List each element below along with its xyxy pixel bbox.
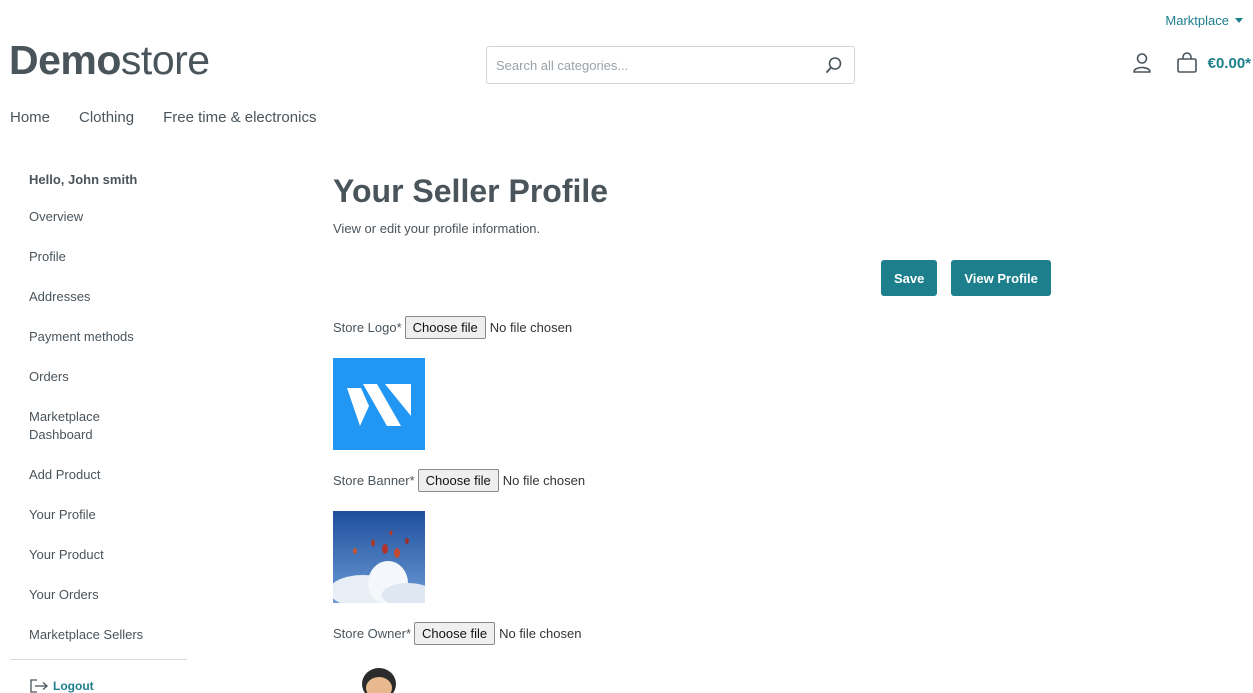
store-owner-label: Store Owner* xyxy=(333,626,412,641)
seller-profile-content: Your Seller Profile View or edit your pr… xyxy=(333,172,1053,693)
sidebar-item-payment-methods[interactable]: Payment methods xyxy=(10,328,187,346)
save-button[interactable]: Save xyxy=(881,260,938,296)
store-banner-choose-file-button[interactable]: Choose file xyxy=(417,469,499,492)
sidebar-item-your-product[interactable]: Your Product xyxy=(10,546,187,564)
cart-button[interactable]: €0.00* xyxy=(1176,52,1251,74)
store-logo-image xyxy=(347,384,411,426)
main-navigation: Home Clothing Free time & electronics xyxy=(10,109,316,126)
sidebar-item-your-orders[interactable]: Your Orders xyxy=(10,586,187,604)
store-logo-choose-file-button[interactable]: Choose file xyxy=(404,316,486,339)
sidebar-item-marketplace-dashboard[interactable]: Marketplace Dashboard xyxy=(10,408,120,444)
store-logo-label: Store Logo* xyxy=(333,320,402,335)
sidebar-item-your-profile[interactable]: Your Profile xyxy=(10,506,187,524)
logo-bold-text: Demo xyxy=(9,37,121,83)
sidebar-item-overview[interactable]: Overview xyxy=(10,208,187,226)
sidebar-menu: Overview Profile Addresses Payment metho… xyxy=(10,208,187,644)
nav-item-clothing[interactable]: Clothing xyxy=(79,109,134,126)
store-owner-file-status: No file chosen xyxy=(499,626,582,641)
cart-icon xyxy=(1176,52,1197,73)
store-owner-choose-file-button[interactable]: Choose file xyxy=(414,622,496,645)
store-logo-preview xyxy=(333,358,425,450)
user-icon xyxy=(1132,53,1151,73)
store-owner-preview xyxy=(333,664,425,693)
search-button[interactable] xyxy=(814,47,854,83)
header-actions: €0.00* xyxy=(1132,52,1251,74)
search-bar xyxy=(486,46,855,84)
page-title: Your Seller Profile xyxy=(333,173,609,209)
marketplace-switcher[interactable]: Marktplace xyxy=(1165,13,1243,28)
store-logo-field: Store Logo* Choose file No file chosen xyxy=(333,316,572,339)
sidebar-item-orders[interactable]: Orders xyxy=(10,368,187,386)
store-logo[interactable]: Demostore xyxy=(9,40,210,81)
account-sidebar: Hello, John smith Overview Profile Addre… xyxy=(10,172,187,693)
marketplace-label: Marktplace xyxy=(1165,13,1229,28)
view-profile-button[interactable]: View Profile xyxy=(951,260,1051,296)
cart-total: €0.00* xyxy=(1207,54,1251,72)
store-logo-file-status: No file chosen xyxy=(489,320,573,335)
logo-light-text: store xyxy=(120,37,210,83)
store-banner-preview xyxy=(333,511,425,603)
search-icon xyxy=(826,57,842,73)
logout-icon xyxy=(30,679,48,693)
nav-item-home[interactable]: Home xyxy=(10,109,50,126)
sidebar-divider xyxy=(10,659,187,660)
profile-actions: Save View Profile xyxy=(881,260,1051,296)
store-banner-file-status: No file chosen xyxy=(502,473,586,488)
user-greeting: Hello, John smith xyxy=(29,172,138,187)
sidebar-item-marketplace-sellers[interactable]: Marketplace Sellers xyxy=(10,626,187,644)
caret-down-icon xyxy=(1235,18,1243,23)
logout-label: Logout xyxy=(53,679,94,693)
store-banner-image xyxy=(333,511,425,603)
store-banner-field: Store Banner* Choose file No file chosen xyxy=(333,469,585,492)
page-subtitle: View or edit your profile information. xyxy=(333,221,541,236)
store-banner-label: Store Banner* xyxy=(333,473,415,488)
search-input[interactable] xyxy=(487,47,814,83)
store-owner-field: Store Owner* Choose file No file chosen xyxy=(333,622,581,645)
store-owner-image xyxy=(333,664,425,693)
account-button[interactable] xyxy=(1132,52,1152,74)
nav-item-free-time-electronics[interactable]: Free time & electronics xyxy=(163,109,316,126)
sidebar-item-add-product[interactable]: Add Product xyxy=(10,466,187,484)
logout-link[interactable]: Logout xyxy=(10,679,187,693)
sidebar-item-profile[interactable]: Profile xyxy=(10,248,187,266)
sidebar-item-addresses[interactable]: Addresses xyxy=(10,288,187,306)
